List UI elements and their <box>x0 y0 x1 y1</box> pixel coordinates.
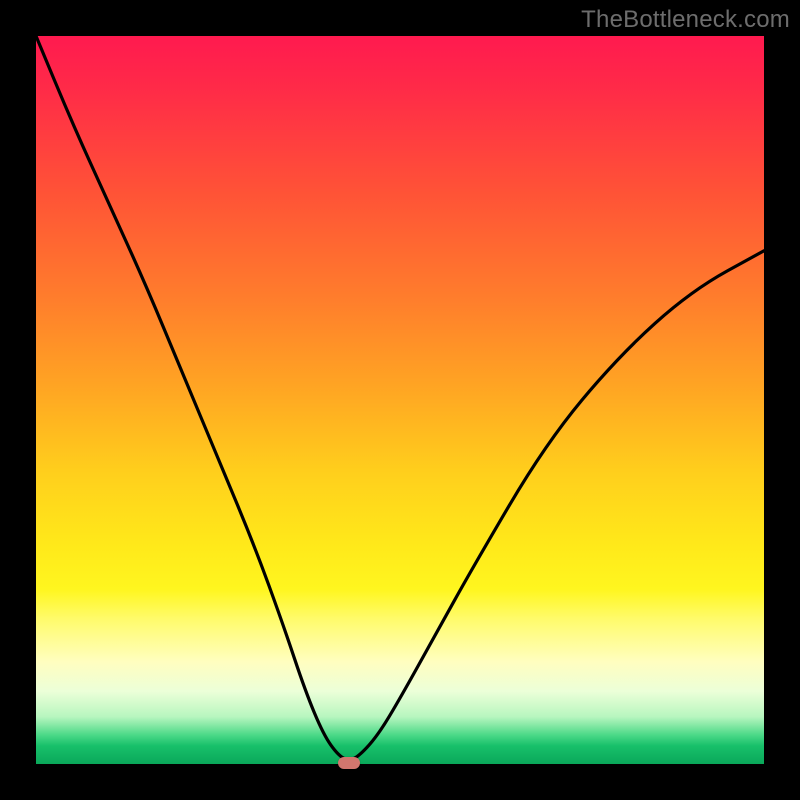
watermark-text: TheBottleneck.com <box>581 6 790 34</box>
chart-frame: TheBottleneck.com <box>0 0 800 800</box>
bottleneck-curve <box>36 36 764 764</box>
plot-area <box>36 36 764 764</box>
minimum-marker <box>338 757 360 769</box>
